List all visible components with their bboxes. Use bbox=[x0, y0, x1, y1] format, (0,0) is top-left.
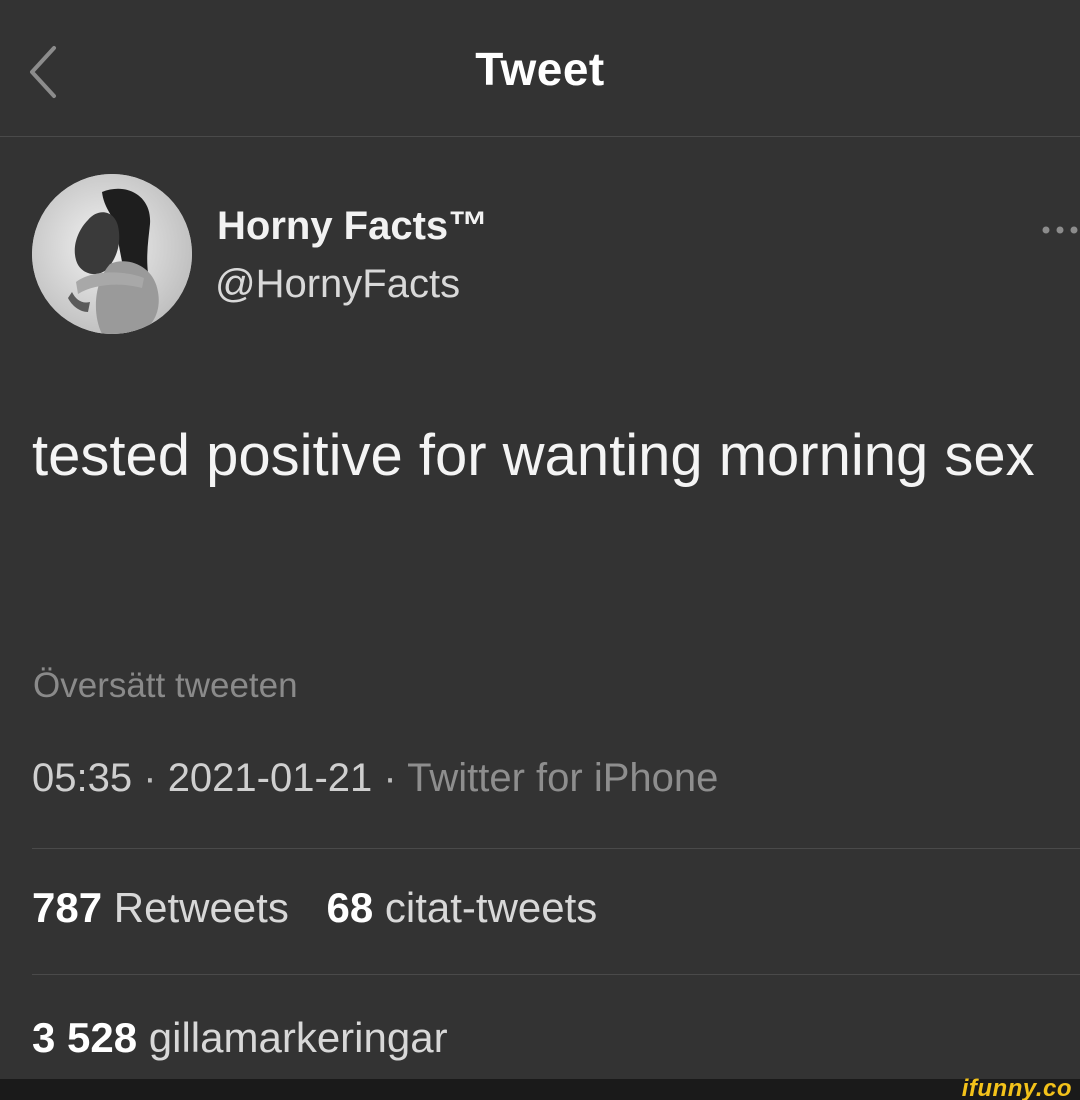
quotes-count: 68 bbox=[326, 884, 374, 931]
retweets-label: Retweets bbox=[113, 884, 289, 931]
divider bbox=[32, 974, 1080, 975]
tweet-time: 05:35 bbox=[32, 756, 133, 800]
tweet-detail-screen: Tweet Horny Facts™ @HornyFacts tested po… bbox=[0, 0, 1080, 1100]
engagement-stats: 787 Retweets 68 citat-tweets bbox=[32, 884, 623, 932]
page-title: Tweet bbox=[475, 43, 605, 95]
watermark-bar: ifunny.co bbox=[0, 1075, 1080, 1100]
likes-stat[interactable]: 3 528 gillamarkeringar bbox=[32, 1014, 448, 1062]
retweets-count: 787 bbox=[32, 884, 103, 931]
tweet-text: tested positive for wanting morning sex bbox=[32, 423, 1035, 488]
translate-tweet-link[interactable]: Översätt tweeten bbox=[33, 666, 298, 706]
quotes-label: citat-tweets bbox=[384, 884, 598, 931]
more-options-button[interactable] bbox=[1040, 220, 1080, 240]
meta-separator: · bbox=[383, 756, 397, 800]
avatar[interactable] bbox=[32, 174, 192, 334]
tweet-date: 2021-01-21 bbox=[167, 756, 373, 800]
watermark-logo: ifunny.co bbox=[961, 1075, 1072, 1100]
avatar-image bbox=[32, 174, 192, 334]
author-display-name[interactable]: Horny Facts™ bbox=[217, 204, 488, 249]
meta-separator: · bbox=[143, 756, 157, 800]
more-horizontal-icon bbox=[1042, 226, 1078, 234]
retweets-stat[interactable]: 787 Retweets bbox=[32, 884, 289, 931]
likes-count: 3 528 bbox=[32, 1014, 138, 1061]
likes-label: gillamarkeringar bbox=[148, 1014, 448, 1061]
navigation-header: Tweet bbox=[0, 0, 1080, 137]
author-handle[interactable]: @HornyFacts bbox=[215, 262, 460, 307]
divider bbox=[32, 848, 1080, 849]
quote-tweets-stat[interactable]: 68 citat-tweets bbox=[327, 884, 598, 931]
tweet-metadata: 05:35 · 2021-01-21 · Twitter for iPhone bbox=[32, 756, 718, 801]
tweet-source[interactable]: Twitter for iPhone bbox=[407, 756, 718, 800]
